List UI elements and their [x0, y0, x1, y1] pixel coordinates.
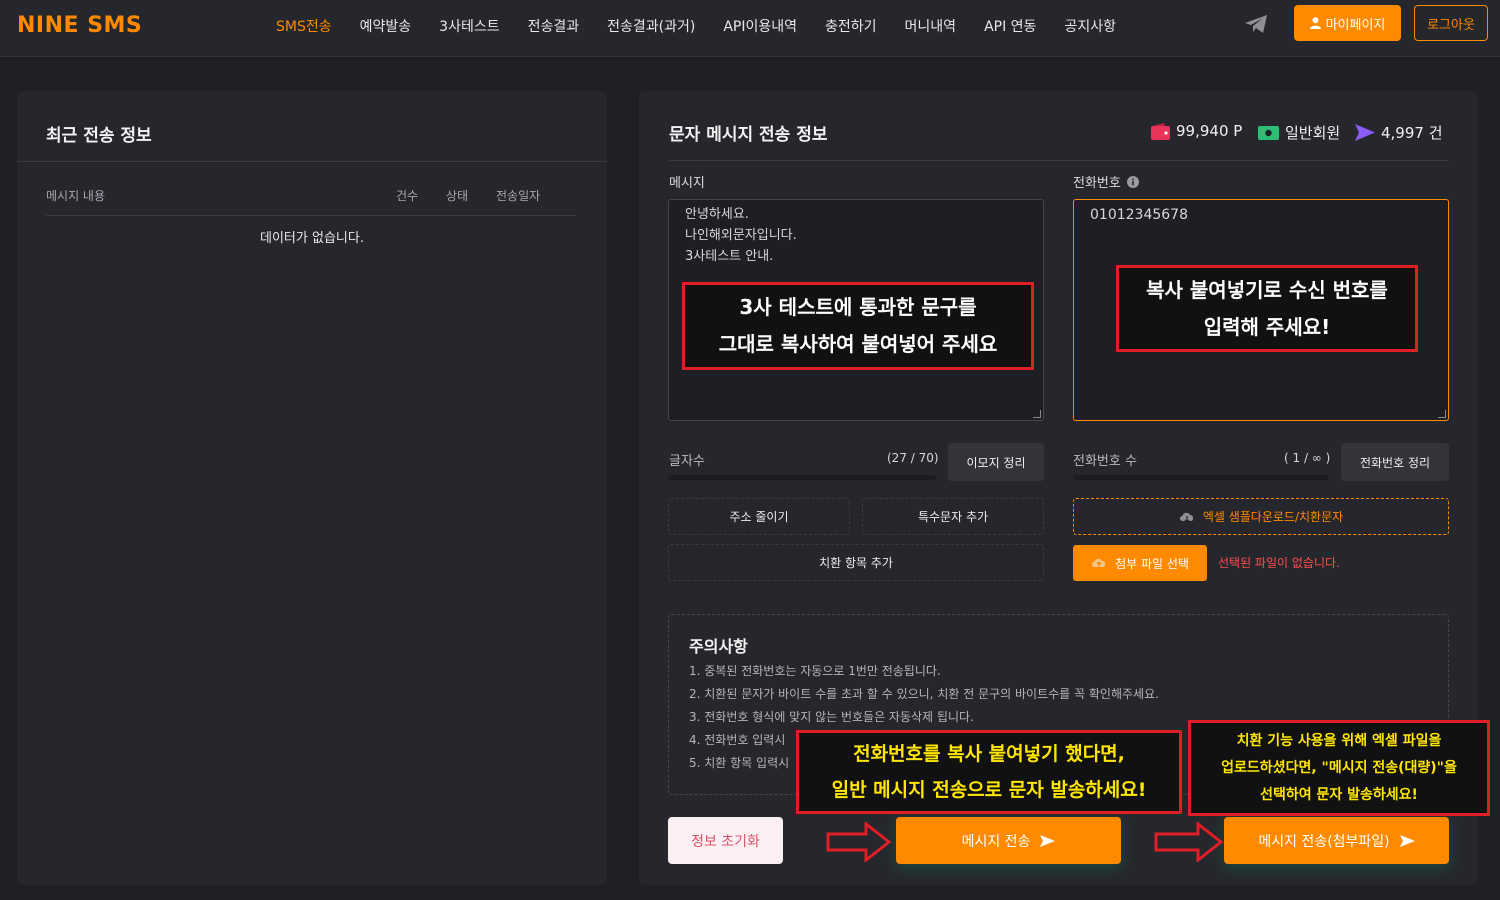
replace-item-button[interactable]: 치환 항목 추가: [668, 544, 1044, 581]
recent-send-panel: [17, 91, 607, 885]
brand-logo[interactable]: NINE SMS: [17, 13, 142, 38]
message-line: 3사테스트 안내.: [685, 249, 774, 264]
col-date: 전송일자: [496, 189, 541, 203]
shorten-url-button[interactable]: 주소 줄이기: [668, 498, 850, 535]
recent-send-title: 최근 전송 정보: [46, 126, 152, 146]
logout-button[interactable]: 로그아웃: [1414, 5, 1488, 41]
callout-line: 입력해 주세요!: [1203, 314, 1331, 339]
points-stat: 99,940 P: [1151, 122, 1242, 140]
attach-file-label: 첨부 파일 선택: [1115, 556, 1189, 571]
send-attachment-label: 메시지 전송(첨부파일): [1258, 833, 1390, 850]
callout-line: 그대로 복사하여 붙여넣어 주세요: [718, 332, 998, 356]
notice-item: 1. 중복된 전화번호는 자동으로 1번만 전송됩니다.: [689, 664, 941, 678]
excel-sample-button[interactable]: 엑셀 샘플다운로드/치환문자: [1073, 498, 1449, 535]
member-stat: 일반회원: [1258, 122, 1340, 143]
attach-callout: 치환 기능 사용을 위해 엑셀 파일을 업로드하셨다면, "메시지 전송(대량)…: [1188, 720, 1490, 816]
table-header-divider: [46, 215, 576, 216]
message-callout: 3사 테스트에 통과한 문구를 그대로 복사하여 붙여넣어 주세요: [682, 282, 1034, 370]
reset-info-button[interactable]: 정보 초기화: [668, 817, 783, 864]
nav-api-integration[interactable]: API 연동: [970, 16, 1050, 36]
special-char-button[interactable]: 특수문자 추가: [862, 498, 1044, 535]
nav-money-history[interactable]: 머니내역: [891, 16, 971, 36]
nav-api-usage[interactable]: API이용내역: [709, 16, 811, 36]
emoji-cleanup-button[interactable]: 이모지 정리: [948, 443, 1044, 481]
resize-handle[interactable]: [1438, 410, 1446, 418]
send-message-label: 메시지 전송: [961, 833, 1031, 850]
message-line: 나인해외문자입니다.: [685, 228, 797, 243]
callout-line: 치환 기능 사용을 위해 엑셀 파일을: [1236, 732, 1442, 749]
count-stat: 4,997 건: [1355, 122, 1443, 143]
recent-divider: [17, 161, 607, 162]
mypage-button[interactable]: 마이페이지: [1294, 5, 1401, 41]
cloud-upload-icon: [1091, 558, 1106, 568]
arrow-right-icon: [826, 822, 892, 862]
member-grade: 일반회원: [1285, 124, 1341, 142]
arrow-right-icon: [1154, 822, 1224, 862]
points-value: 99,940 P: [1176, 122, 1243, 140]
char-count-value: (27 / 70): [887, 451, 939, 465]
char-count-label: 글자수: [669, 454, 705, 469]
mypage-label: 마이페이지: [1325, 17, 1386, 33]
attach-file-button[interactable]: 첨부 파일 선택: [1073, 545, 1207, 581]
nav-send-results[interactable]: 전송결과: [514, 16, 594, 36]
col-status: 상태: [446, 189, 469, 203]
col-count: 건수: [396, 189, 419, 203]
main-nav: SMS전송 예약발송 3사테스트 전송결과 전송결과(과거) API이용내역 충…: [262, 0, 1130, 52]
char-count-bar: [668, 475, 936, 480]
send-callout: 전화번호를 복사 붙여넣기 했다면, 일반 메시지 전송으로 문자 발송하세요!: [796, 730, 1182, 814]
nav-sms-send[interactable]: SMS전송: [262, 16, 346, 36]
phone-cleanup-button[interactable]: 전화번호 정리: [1341, 443, 1449, 481]
nav-carrier-test[interactable]: 3사테스트: [425, 16, 513, 36]
callout-line: 일반 메시지 전송으로 문자 발송하세요!: [831, 779, 1147, 801]
phone-label-row: 전화번호: [1073, 172, 1139, 191]
nav-send-results-past[interactable]: 전송결과(과거): [593, 16, 709, 36]
callout-line: 전화번호를 복사 붙여넣기 했다면,: [853, 743, 1125, 765]
send-info-title: 문자 메시지 전송 정보: [669, 125, 828, 145]
callout-line: 업로드하셨다면, "메시지 전송(대량)"을: [1221, 759, 1457, 776]
phone-callout: 복사 붙여넣기로 수신 번호를 입력해 주세요!: [1116, 265, 1418, 352]
callout-line: 선택하여 문자 발송하세요!: [1260, 786, 1418, 803]
send-info-divider: [669, 160, 1449, 161]
cloud-download-icon: [1179, 512, 1193, 523]
message-label: 메시지: [669, 176, 705, 191]
nav-notices[interactable]: 공지사항: [1050, 16, 1130, 36]
send-message-button[interactable]: 메시지 전송: [896, 817, 1121, 864]
phone-label: 전화번호: [1073, 176, 1121, 191]
callout-line: 3사 테스트에 통과한 문구를: [739, 295, 977, 319]
empty-table-message: 데이터가 없습니다.: [260, 231, 364, 246]
notice-title: 주의사항: [689, 637, 748, 656]
wallet-icon: [1151, 122, 1170, 140]
send-plane-icon: [1355, 124, 1375, 141]
notice-item: 3. 전화번호 형식에 맞지 않는 번호들은 자동삭제 됩니다.: [689, 710, 974, 724]
message-line: 안녕하세요.: [685, 207, 749, 222]
user-icon: [1309, 17, 1321, 29]
telegram-icon[interactable]: [1244, 14, 1268, 34]
nav-reserved-send[interactable]: 예약발송: [346, 16, 426, 36]
col-message-content: 메시지 내용: [46, 189, 106, 203]
no-file-message: 선택된 파일이 없습니다.: [1218, 556, 1340, 570]
notice-item: 5. 치환 항목 입력시: [689, 756, 790, 770]
notice-item: 4. 전화번호 입력시: [689, 733, 786, 747]
send-arrow-icon: [1040, 834, 1056, 847]
remaining-count: 4,997 건: [1381, 124, 1443, 142]
send-attachment-button[interactable]: 메시지 전송(첨부파일): [1224, 817, 1449, 864]
phone-count-value: ( 1 / ∞ ): [1284, 451, 1331, 465]
info-icon[interactable]: [1126, 175, 1139, 188]
callout-line: 복사 붙여넣기로 수신 번호를: [1146, 277, 1388, 302]
excel-sample-label: 엑셀 샘플다운로드/치환문자: [1202, 510, 1344, 524]
phone-count-label: 전화번호 수: [1073, 454, 1137, 469]
nav-charge[interactable]: 충전하기: [811, 16, 891, 36]
send-arrow-icon: [1399, 834, 1415, 847]
notice-item: 2. 치환된 문자가 바이트 수를 초과 할 수 있으니, 치환 전 문구의 바…: [689, 687, 1159, 701]
phone-count-bar: [1073, 475, 1329, 480]
phone-value: 01012345678: [1090, 207, 1188, 223]
resize-handle[interactable]: [1033, 410, 1041, 418]
money-icon: [1258, 125, 1279, 140]
